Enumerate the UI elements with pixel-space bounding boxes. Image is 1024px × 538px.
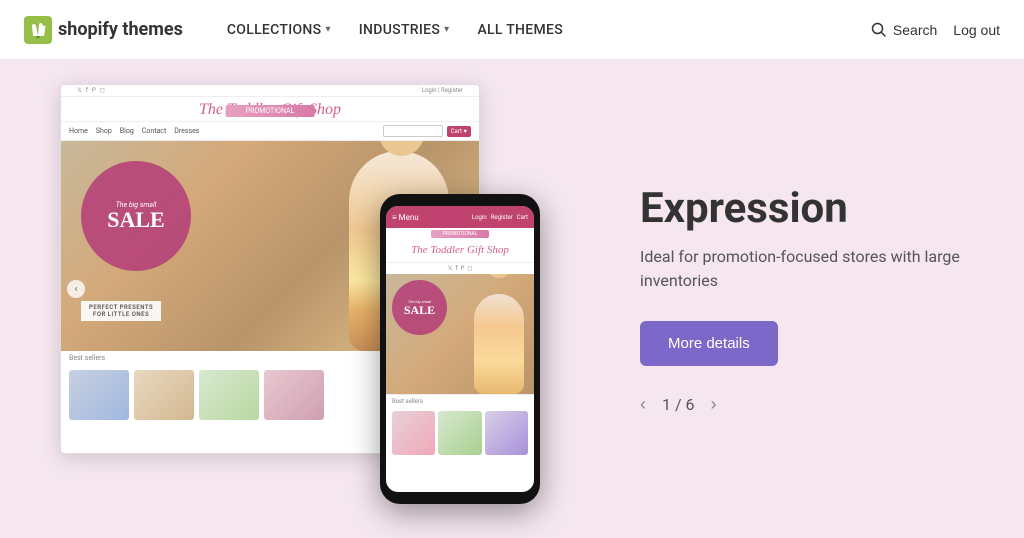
instagram-icon: ◻	[100, 87, 105, 94]
main-nav: COLLECTIONS ▾ INDUSTRIES ▾ ALL THEMES	[215, 14, 871, 46]
login-link: Login | Register	[414, 87, 471, 94]
sale-big-text: SALE	[107, 209, 164, 231]
search-button[interactable]: Search	[871, 22, 937, 38]
phone-promo-banner: PROMOTIONAL	[431, 230, 490, 238]
chevron-down-icon: ▾	[444, 24, 449, 35]
nav-industries[interactable]: INDUSTRIES ▾	[347, 14, 462, 46]
main-content: 𝕏 f P ◻ Login | Register PROMOTIONAL The…	[0, 60, 1024, 538]
phone-sale-big-text: SALE	[404, 304, 435, 316]
sale-circle: The big small SALE	[81, 161, 191, 271]
sale-tagline: PERFECT PRESENTSFOR LITTLE ONES	[81, 301, 161, 321]
phone-store-title: The Toddler Gift Shop	[386, 240, 534, 260]
theme-mockup-area: 𝕏 f P ◻ Login | Register PROMOTIONAL The…	[60, 84, 580, 514]
phone-social-icons: 𝕏 f P ◻	[386, 263, 534, 274]
page-indicator: 1 / 6	[662, 395, 695, 414]
product-thumb-2	[134, 370, 194, 420]
header: shopify themes COLLECTIONS ▾ INDUSTRIES …	[0, 0, 1024, 60]
phone-product-row	[386, 408, 534, 458]
phone-product-thumb-1	[392, 411, 435, 455]
info-panel: Expression Ideal for promotion-focused s…	[580, 184, 984, 415]
logout-button[interactable]: Log out	[953, 22, 1000, 38]
phone-hero-image: The big small SALE	[386, 274, 534, 394]
phone-facebook-icon: f	[455, 265, 457, 272]
phone-sale-circle: The big small SALE	[392, 280, 447, 335]
facebook-icon: f	[86, 87, 88, 94]
phone-product-thumb-2	[438, 411, 481, 455]
theme-description: Ideal for promotion-focused stores with …	[640, 245, 984, 293]
logo-text: shopify themes	[58, 19, 183, 40]
phone-product-thumb-3	[485, 411, 528, 455]
phone-menu-icon: ≡ Menu	[392, 213, 419, 222]
phone-twitter-icon: 𝕏	[448, 265, 453, 272]
desktop-nav-links: Home Shop Blog Contact Dresses	[69, 127, 199, 135]
desktop-nav: Home Shop Blog Contact Dresses Cart ♥	[61, 122, 479, 141]
nav-all-themes[interactable]: ALL THEMES	[465, 14, 575, 46]
shopify-logo-icon	[24, 16, 52, 44]
product-thumb-1	[69, 370, 129, 420]
header-right: Search Log out	[871, 22, 1000, 38]
nav-collections[interactable]: COLLECTIONS ▾	[215, 14, 343, 46]
phone-top-actions: Login Register Cart	[472, 214, 528, 221]
phone-girl-figure	[474, 294, 524, 394]
product-thumb-4	[264, 370, 324, 420]
twitter-icon: 𝕏	[77, 87, 82, 94]
desktop-search-area: Cart ♥	[383, 125, 471, 137]
product-thumb-3	[199, 370, 259, 420]
desktop-social-icons: 𝕏 f P ◻	[69, 87, 113, 94]
phone-best-sellers-label: Best sellers	[386, 394, 534, 408]
pinterest-icon: P	[92, 87, 96, 94]
logo[interactable]: shopify themes	[24, 16, 183, 44]
more-details-button[interactable]: More details	[640, 321, 778, 366]
chevron-down-icon: ▾	[325, 24, 330, 35]
prev-slide-arrow[interactable]: ‹	[67, 280, 85, 298]
phone-screen: ≡ Menu Login Register Cart PROMOTIONAL T…	[386, 206, 534, 492]
search-icon	[871, 22, 887, 38]
prev-page-button[interactable]: ‹	[640, 394, 646, 415]
phone-topbar: ≡ Menu Login Register Cart	[386, 206, 534, 228]
pagination: ‹ 1 / 6 ›	[640, 394, 984, 415]
phone-mockup: ≡ Menu Login Register Cart PROMOTIONAL T…	[380, 194, 540, 504]
phone-pinterest-icon: P	[461, 265, 465, 272]
next-page-button[interactable]: ›	[711, 394, 717, 415]
theme-name: Expression	[640, 184, 984, 233]
phone-instagram-icon: ◻	[467, 265, 472, 272]
phone-girl-head	[486, 274, 512, 278]
desktop-cart-button[interactable]: Cart ♥	[447, 126, 471, 137]
desktop-search-input[interactable]	[383, 125, 443, 137]
promo-banner: PROMOTIONAL	[226, 105, 315, 117]
